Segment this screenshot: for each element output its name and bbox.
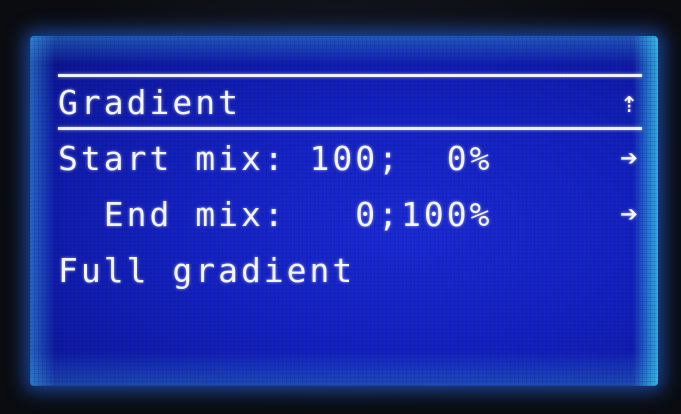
right-arrow-icon: ➔ [619, 140, 639, 176]
menu-item-label: End mix: 0;100% [58, 194, 493, 234]
menu-item-label: Full gradient [58, 250, 356, 290]
up-return-arrow-icon[interactable]: ⇡ [616, 85, 642, 120]
menu-item-start-mix[interactable]: Start mix: 100; 0% ➔ [58, 130, 642, 186]
menu-screen: Gradient ⇡ Start mix: 100; 0% ➔ End mix:… [58, 74, 642, 298]
lcd-display: Gradient ⇡ Start mix: 100; 0% ➔ End mix:… [30, 36, 658, 386]
right-arrow-icon: ➔ [619, 196, 639, 232]
menu-title-row[interactable]: Gradient ⇡ [58, 77, 642, 127]
menu-item-label: Start mix: 100; 0% [58, 138, 493, 178]
menu-title: Gradient [58, 82, 241, 122]
menu-item-end-mix[interactable]: End mix: 0;100% ➔ [58, 186, 642, 242]
menu-item-full-gradient[interactable]: Full gradient [58, 242, 642, 298]
